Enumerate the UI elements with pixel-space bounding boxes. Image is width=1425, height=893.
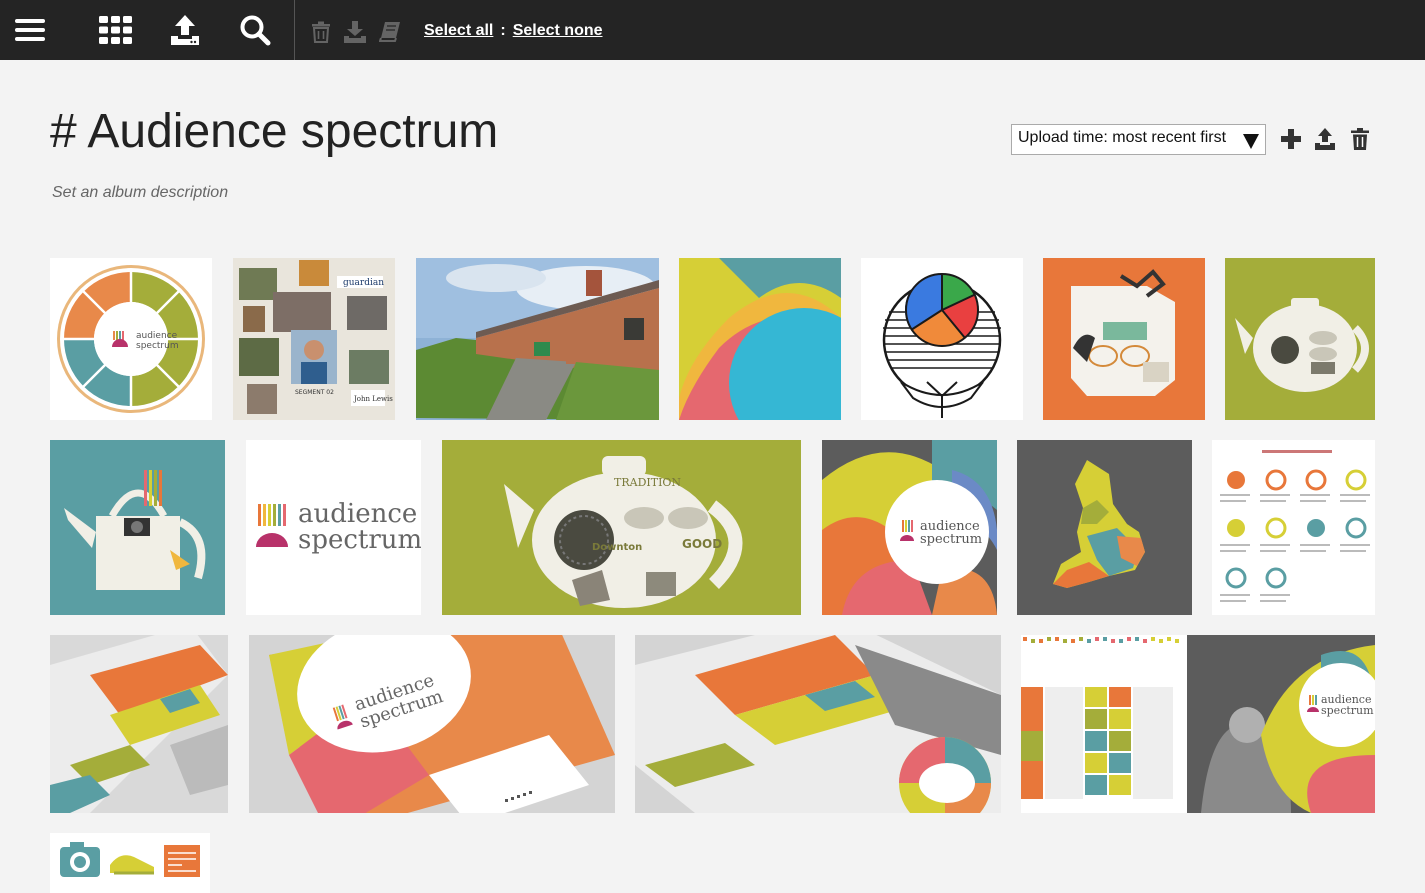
selection-links: Select all: Select none	[424, 22, 603, 40]
photo-thumbnail[interactable]: guardian SEGMENT 02 John Lewis	[233, 258, 395, 420]
upload-icon[interactable]	[165, 10, 205, 50]
thumb-label-guardian: guardian	[343, 278, 384, 288]
photo-thumbnail[interactable]	[416, 258, 659, 420]
thumb-label-tradition: TRADITION	[614, 476, 681, 489]
photo-thumbnail[interactable]: audience spectrum	[50, 258, 212, 420]
album-trash-icon[interactable]	[1347, 126, 1373, 152]
photo-thumbnail[interactable]: audience spectrum	[822, 440, 997, 615]
photo-thumbnail[interactable]	[1043, 258, 1205, 420]
thumb-label-audience: audience	[136, 331, 178, 341]
photo-thumbnail[interactable]	[679, 258, 841, 420]
photo-thumbnail[interactable]: TRADITION Downton GOOD	[442, 440, 801, 615]
album-upload-icon[interactable]	[1312, 126, 1338, 152]
thumb-label-spectrum: spectrum	[136, 341, 179, 351]
thumb-label-spectrum: spectrum	[1321, 704, 1374, 717]
toolbar-divider	[294, 0, 295, 60]
photo-thumbnail[interactable]	[50, 440, 225, 615]
photo-thumbnail[interactable]	[1017, 440, 1192, 615]
photo-thumbnail[interactable]: audience spectrum	[246, 440, 421, 615]
search-icon[interactable]	[235, 10, 275, 50]
photo-thumbnail[interactable]	[635, 635, 1001, 813]
photo-thumbnail[interactable]	[1212, 440, 1375, 615]
dropdown-arrow-icon	[1243, 134, 1259, 149]
sort-selected-value: Upload time: most recent first	[1018, 129, 1227, 146]
thumb-label-good: GOOD	[682, 537, 722, 551]
grid-icon[interactable]	[95, 10, 135, 50]
select-none-link[interactable]: Select none	[513, 22, 603, 39]
download-icon[interactable]	[343, 20, 367, 44]
thumb-label-spectrum: spectrum	[298, 525, 421, 555]
thumb-label-downton: Downton	[592, 542, 642, 553]
photo-thumbnail[interactable]: audience spectrum	[249, 635, 615, 813]
sort-dropdown[interactable]: Upload time: most recent first	[1011, 124, 1266, 155]
photo-thumbnail[interactable]: audience spectrum	[1021, 635, 1375, 813]
menu-icon[interactable]	[10, 10, 50, 50]
photo-thumbnail[interactable]	[861, 258, 1023, 420]
book-icon[interactable]	[378, 20, 402, 44]
album-description[interactable]: Set an album description	[52, 184, 228, 202]
thumb-label-segment: SEGMENT 02	[295, 389, 334, 396]
thumb-label-spectrum: spectrum	[920, 532, 982, 547]
thumb-label-johnlewis: John Lewis	[353, 395, 393, 403]
plus-icon[interactable]	[1278, 126, 1304, 152]
photo-thumbnail[interactable]	[50, 833, 210, 893]
photo-thumbnail[interactable]	[50, 635, 228, 813]
trash-icon[interactable]	[309, 20, 333, 44]
top-toolbar: Select all: Select none	[0, 0, 1425, 60]
album-title: # Audience spectrum	[50, 105, 499, 158]
photo-thumbnail[interactable]	[1225, 258, 1375, 420]
select-all-link[interactable]: Select all	[424, 22, 493, 39]
selection-separator: :	[500, 22, 506, 39]
